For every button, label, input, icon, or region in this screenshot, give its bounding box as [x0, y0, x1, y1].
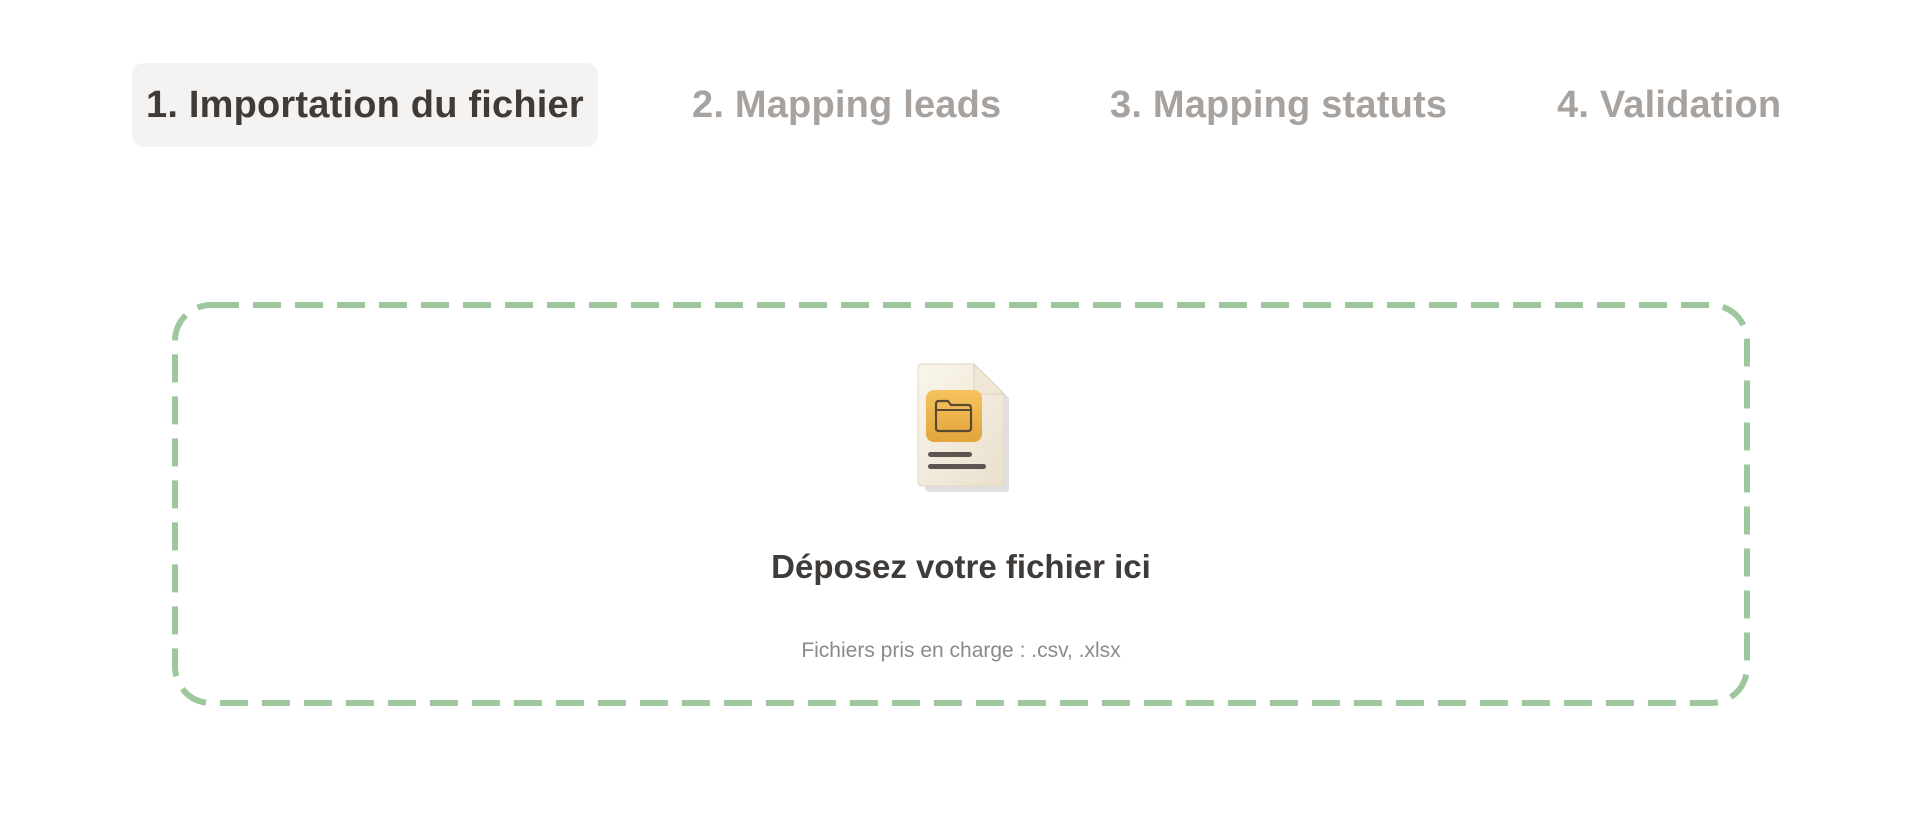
file-dropzone[interactable]: Déposez votre fichier ici Fichiers pris …: [172, 302, 1750, 706]
step-validation[interactable]: 4. Validation: [1557, 63, 1781, 147]
dropzone-supported-formats: Fichiers pris en charge : .csv, .xlsx: [801, 639, 1121, 662]
import-stepper: 1. Importation du fichier 2. Mapping lea…: [132, 63, 1812, 147]
dropzone-title: Déposez votre fichier ici: [771, 548, 1151, 585]
step-mapping-leads[interactable]: 2. Mapping leads: [692, 63, 1001, 147]
file-folder-icon: [917, 362, 1009, 492]
step-mapping-statuts[interactable]: 3. Mapping statuts: [1110, 63, 1447, 147]
step-importation-du-fichier[interactable]: 1. Importation du fichier: [132, 63, 598, 147]
